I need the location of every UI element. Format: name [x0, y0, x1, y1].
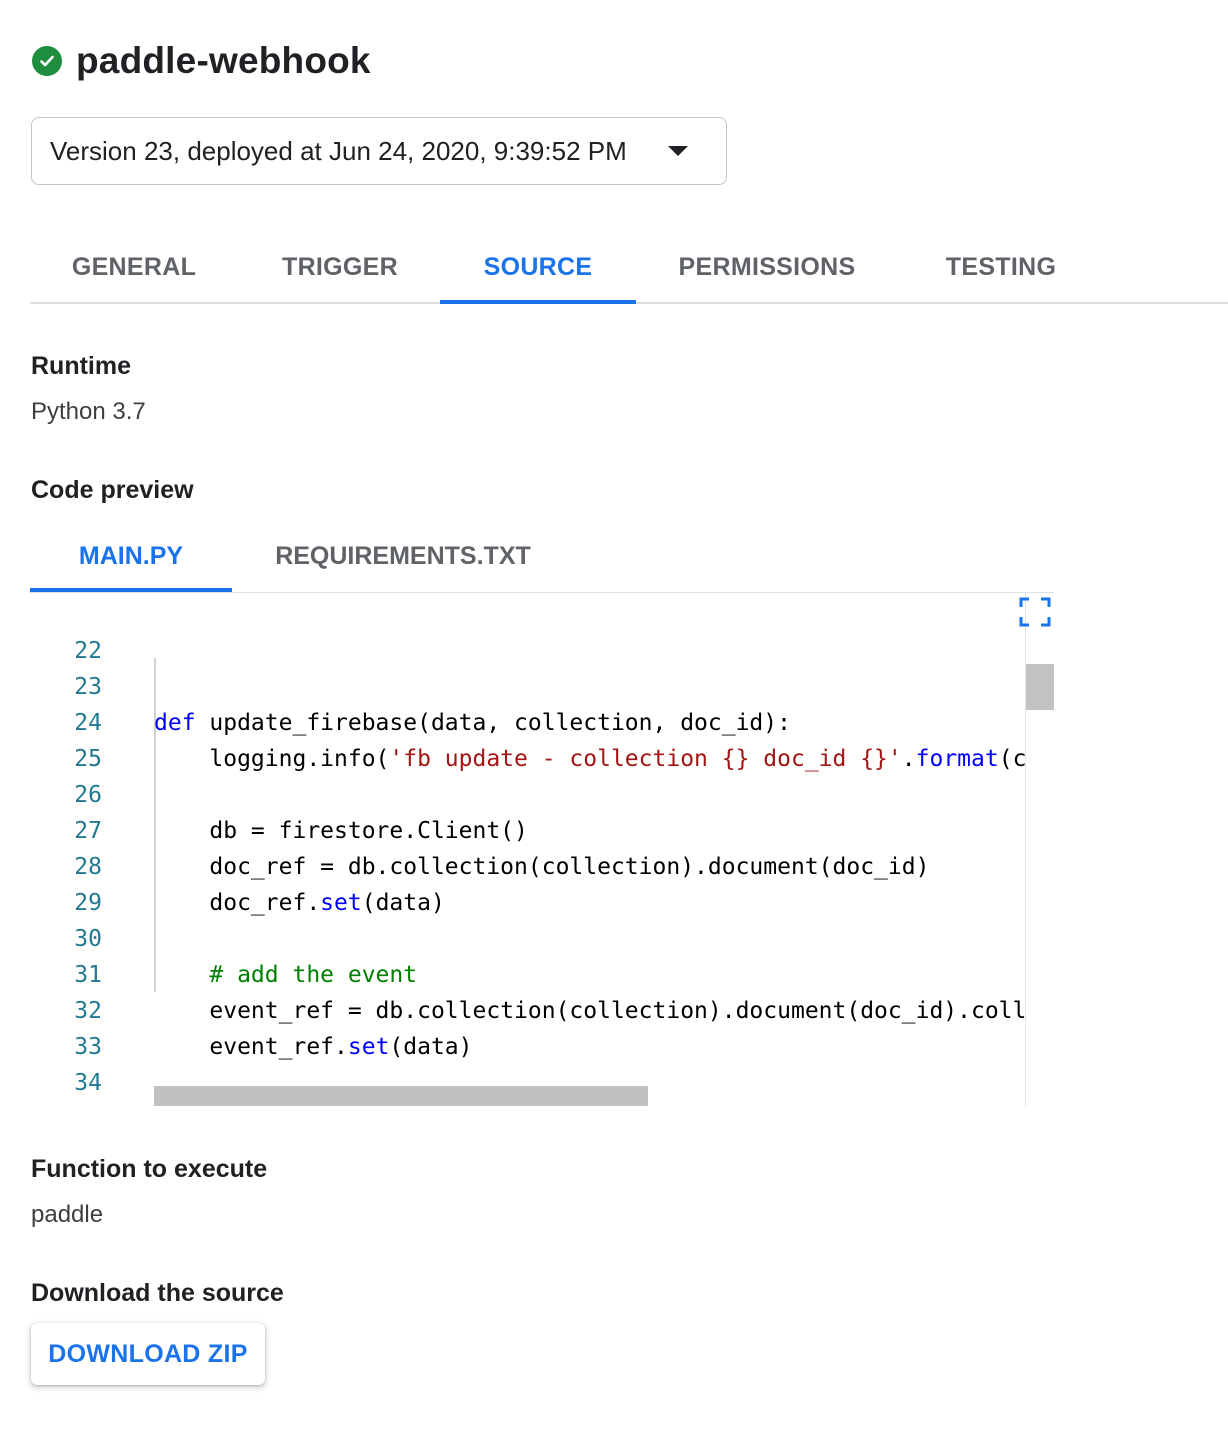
- code-preview-label: Code preview: [31, 476, 194, 504]
- check-circle-icon: [32, 46, 62, 76]
- tab-source[interactable]: SOURCE: [440, 232, 636, 304]
- tab-general[interactable]: GENERAL: [30, 232, 238, 302]
- code-line: 29: [30, 849, 1054, 916]
- code-line: 27 doc_ref = db.collection(collection).d…: [30, 777, 1054, 880]
- code-line: 23 def update_firebase(data, collection,…: [30, 633, 1054, 736]
- download-zip-button[interactable]: DOWNLOAD ZIP: [31, 1323, 265, 1385]
- chevron-down-icon: [668, 146, 688, 156]
- code-line: 26 db = firestore.Client(): [30, 741, 1054, 844]
- runtime-value: Python 3.7: [31, 398, 146, 425]
- code-line: 24 logging.info('fb update - collection …: [30, 669, 1054, 772]
- line-number: 35: [30, 1101, 102, 1106]
- horizontal-scrollbar-thumb[interactable]: [154, 1086, 648, 1106]
- version-select-value: Version 23, deployed at Jun 24, 2020, 9:…: [50, 135, 627, 166]
- code-line: 33: [30, 993, 1054, 1060]
- version-select[interactable]: Version 23, deployed at Jun 24, 2020, 9:…: [31, 117, 727, 185]
- code-line: 34: [30, 1029, 1054, 1096]
- code-line: 25: [30, 705, 1054, 772]
- tab-trigger[interactable]: TRIGGER: [238, 232, 442, 302]
- tab-permissions[interactable]: PERMISSIONS: [636, 232, 898, 302]
- code-line: 32 event_ref.set(data): [30, 957, 1054, 1060]
- code-line: 30 # add the event: [30, 885, 1054, 988]
- code-editor[interactable]: 22 23 def update_firebase(data, collecti…: [30, 594, 1054, 1106]
- fullscreen-icon[interactable]: [1018, 596, 1052, 628]
- code-line: 28 doc_ref.set(data): [30, 813, 1054, 916]
- function-to-execute-label: Function to execute: [31, 1155, 268, 1183]
- download-source-label: Download the source: [31, 1279, 284, 1307]
- page-title: paddle-webhook: [76, 40, 371, 81]
- code-file-tabs: MAIN.PY REQUIREMENTS.TXT: [30, 522, 1054, 593]
- page-header: paddle-webhook: [32, 40, 371, 82]
- runtime-label: Runtime: [31, 352, 131, 380]
- tab-testing[interactable]: TESTING: [898, 232, 1104, 302]
- tab-main-py[interactable]: MAIN.PY: [30, 522, 232, 592]
- vertical-scrollbar-thumb[interactable]: [1026, 664, 1054, 710]
- section-tabs: GENERAL TRIGGER SOURCE PERMISSIONS TESTI…: [30, 232, 1228, 304]
- code-line: 22: [30, 597, 1054, 664]
- function-to-execute-value: paddle: [31, 1201, 104, 1228]
- code-line: 31 event_ref = db.collection(collection)…: [30, 921, 1054, 1024]
- tab-requirements-txt[interactable]: REQUIREMENTS.TXT: [232, 522, 574, 590]
